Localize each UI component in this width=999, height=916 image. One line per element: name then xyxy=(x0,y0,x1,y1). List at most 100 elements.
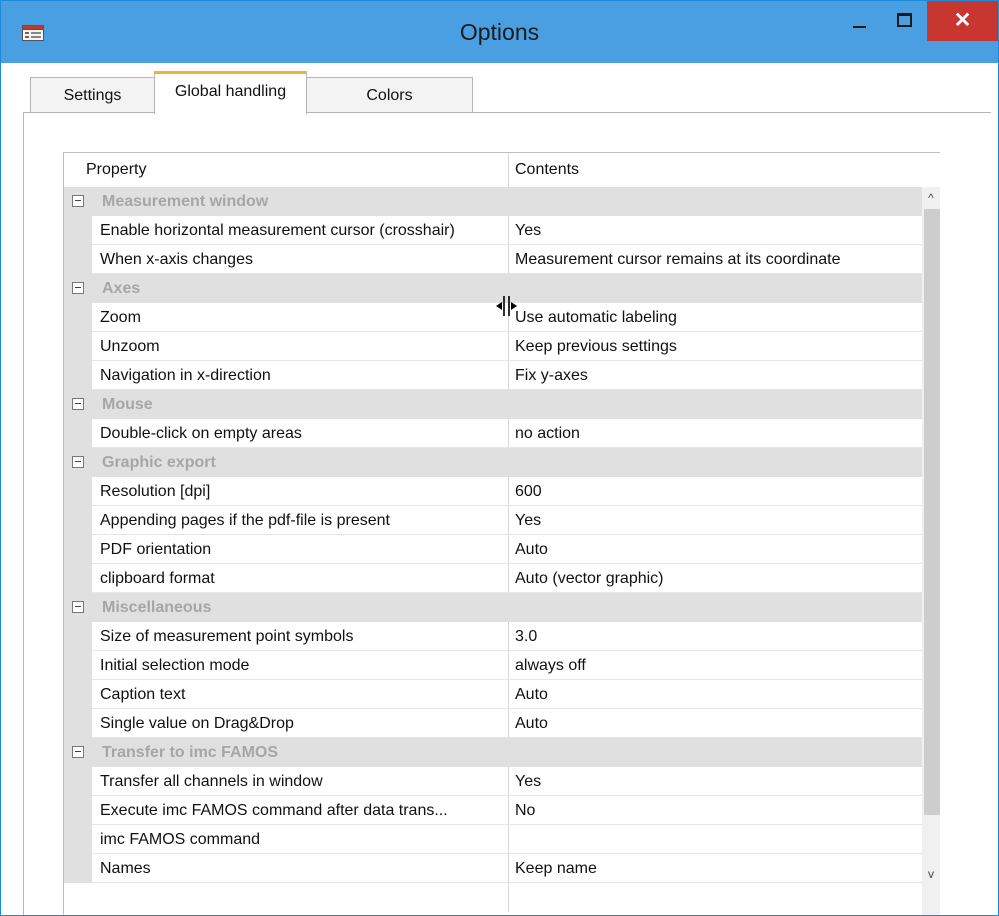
category-label: Graphic export xyxy=(102,454,216,471)
column-divider xyxy=(508,477,509,506)
tab-strip: Settings Global handling Colors xyxy=(9,63,990,114)
column-divider xyxy=(508,883,509,912)
property-value[interactable]: Use automatic labeling xyxy=(515,303,677,332)
property-value[interactable]: Measurement cursor remains at its coordi… xyxy=(515,245,840,274)
category-axes[interactable]: Axes xyxy=(64,274,922,303)
column-divider[interactable] xyxy=(508,153,509,187)
column-divider xyxy=(508,506,509,535)
vertical-scrollbar[interactable]: ^ v xyxy=(922,187,940,915)
collapse-icon[interactable] xyxy=(72,282,84,294)
collapse-icon[interactable] xyxy=(72,195,84,207)
property-row[interactable]: Caption text Auto xyxy=(64,680,922,709)
property-row[interactable]: When x-axis changes Measurement cursor r… xyxy=(64,245,922,274)
maximize-icon xyxy=(897,13,912,27)
property-column-header[interactable]: Property xyxy=(86,153,146,187)
contents-column-header[interactable]: Contents xyxy=(515,153,579,187)
category-miscellaneous[interactable]: Miscellaneous xyxy=(64,593,922,622)
property-value[interactable]: Auto xyxy=(515,709,548,738)
row-gutter xyxy=(64,622,92,651)
grid-header: Property Contents xyxy=(64,153,940,188)
column-divider xyxy=(508,564,509,593)
column-divider xyxy=(508,535,509,564)
scroll-down-icon[interactable]: v xyxy=(922,863,940,885)
category-label: Transfer to imc FAMOS xyxy=(102,744,279,761)
property-grid: Property Contents Measurement window Ena… xyxy=(63,152,940,915)
property-row[interactable]: Navigation in x-direction Fix y-axes xyxy=(64,361,922,390)
tab-colors[interactable]: Colors xyxy=(306,77,473,113)
column-divider xyxy=(508,854,509,883)
property-value[interactable]: Auto (vector graphic) xyxy=(515,564,664,593)
row-gutter xyxy=(64,419,92,448)
category-label: Axes xyxy=(102,280,141,297)
collapse-icon[interactable] xyxy=(72,601,84,613)
property-row[interactable]: PDF orientation Auto xyxy=(64,535,922,564)
property-name: Initial selection mode xyxy=(100,657,250,674)
tab-global-handling[interactable]: Global handling xyxy=(154,71,307,114)
property-row[interactable]: Names Keep name xyxy=(64,854,922,883)
row-gutter xyxy=(64,564,92,593)
property-row[interactable]: Transfer all channels in window Yes xyxy=(64,767,922,796)
minimize-button[interactable] xyxy=(839,1,885,39)
row-gutter xyxy=(64,477,92,506)
category-graphic-export[interactable]: Graphic export xyxy=(64,448,922,477)
property-value[interactable]: 600 xyxy=(515,477,542,506)
property-value[interactable]: Yes xyxy=(515,506,541,535)
row-gutter xyxy=(64,709,92,738)
property-row[interactable]: Execute imc FAMOS command after data tra… xyxy=(64,796,922,825)
property-name: Caption text xyxy=(100,686,186,703)
property-value[interactable]: Fix y-axes xyxy=(515,361,588,390)
column-divider xyxy=(508,680,509,709)
property-value[interactable]: Keep previous settings xyxy=(515,332,677,361)
collapse-icon[interactable] xyxy=(72,746,84,758)
property-row[interactable]: Single value on Drag&Drop Auto xyxy=(64,709,922,738)
column-divider xyxy=(508,361,509,390)
column-resize-cursor-icon xyxy=(496,296,517,316)
property-name: Transfer all channels in window xyxy=(100,773,323,790)
column-divider xyxy=(508,767,509,796)
property-value[interactable]: Auto xyxy=(515,535,548,564)
property-name: PDF orientation xyxy=(100,541,212,558)
property-row[interactable]: Appending pages if the pdf-file is prese… xyxy=(64,506,922,535)
column-divider xyxy=(508,796,509,825)
property-row[interactable]: Size of measurement point symbols 3.0 xyxy=(64,622,922,651)
property-row[interactable]: Initial selection mode always off xyxy=(64,651,922,680)
row-gutter xyxy=(64,854,92,883)
scroll-up-icon[interactable]: ^ xyxy=(922,187,940,209)
column-divider xyxy=(508,825,509,854)
title-bar[interactable]: Options ✕ xyxy=(1,1,998,63)
property-value[interactable]: Keep name xyxy=(515,854,597,883)
column-divider xyxy=(508,419,509,448)
property-name: clipboard format xyxy=(100,570,215,587)
property-value[interactable]: always off xyxy=(515,651,586,680)
property-name: Double-click on empty areas xyxy=(100,425,302,442)
property-value[interactable]: 3.0 xyxy=(515,622,537,651)
property-value[interactable]: Auto xyxy=(515,680,548,709)
property-row[interactable]: Enable horizontal measurement cursor (cr… xyxy=(64,216,922,245)
property-value[interactable]: No xyxy=(515,796,535,825)
tab-settings[interactable]: Settings xyxy=(30,77,155,113)
column-divider xyxy=(508,651,509,680)
property-row[interactable]: Double-click on empty areas no action xyxy=(64,419,922,448)
property-name: Size of measurement point symbols xyxy=(100,628,354,645)
property-row[interactable]: Unzoom Keep previous settings xyxy=(64,332,922,361)
property-value[interactable]: Yes xyxy=(515,767,541,796)
property-name: Enable horizontal measurement cursor (cr… xyxy=(100,222,455,239)
property-row[interactable]: Zoom Use automatic labeling xyxy=(64,303,922,332)
scroll-thumb[interactable] xyxy=(924,209,940,815)
property-name: Navigation in x-direction xyxy=(100,367,271,384)
collapse-icon[interactable] xyxy=(72,456,84,468)
category-measurement-window[interactable]: Measurement window xyxy=(64,187,922,216)
row-gutter xyxy=(64,535,92,564)
property-row[interactable]: clipboard format Auto (vector graphic) xyxy=(64,564,922,593)
maximize-button[interactable] xyxy=(885,1,927,39)
property-row[interactable]: Resolution [dpi] 600 xyxy=(64,477,922,506)
property-name: Zoom xyxy=(100,309,141,326)
close-button[interactable]: ✕ xyxy=(927,1,998,41)
property-value[interactable]: Yes xyxy=(515,216,541,245)
property-value[interactable]: no action xyxy=(515,419,580,448)
property-row[interactable]: imc FAMOS command xyxy=(64,825,922,854)
row-gutter xyxy=(64,680,92,709)
collapse-icon[interactable] xyxy=(72,398,84,410)
category-mouse[interactable]: Mouse xyxy=(64,390,922,419)
category-transfer-to-imc-famos[interactable]: Transfer to imc FAMOS xyxy=(64,738,922,767)
